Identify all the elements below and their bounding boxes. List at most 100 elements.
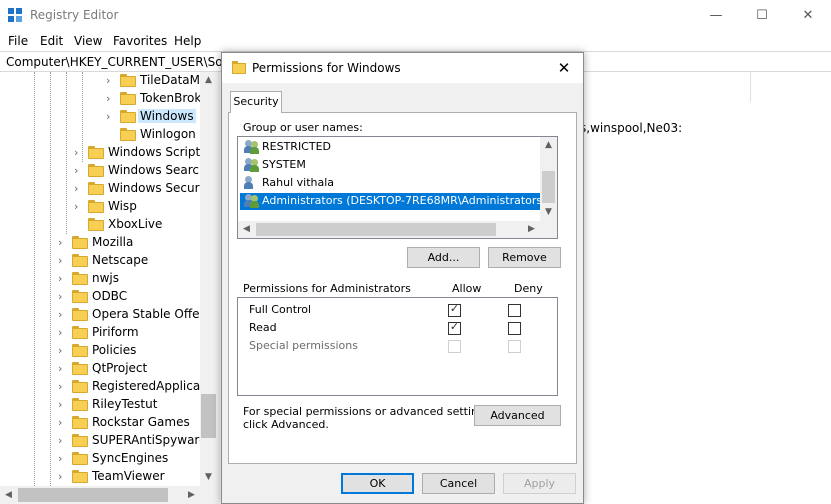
- expand-chevron-icon[interactable]: ›: [58, 362, 68, 375]
- tree-item[interactable]: › Netscape: [0, 252, 200, 270]
- tree-item[interactable]: › Mozilla: [0, 234, 200, 252]
- dialog-close-button[interactable]: ✕: [549, 53, 579, 83]
- user-list-item[interactable]: Administrators (DESKTOP-7RE68MR\Administ…: [240, 193, 546, 210]
- apply-button[interactable]: Apply: [503, 473, 576, 494]
- expand-chevron-icon[interactable]: ›: [58, 434, 68, 447]
- tree-horizontal-scrollbar[interactable]: ◀ ▶: [0, 486, 217, 504]
- menu-edit[interactable]: Edit: [40, 34, 63, 48]
- allow-checkbox[interactable]: [448, 340, 461, 353]
- expand-chevron-icon[interactable]: ›: [106, 110, 116, 123]
- user-list-item[interactable]: RESTRICTED: [240, 139, 540, 156]
- expand-chevron-icon[interactable]: ›: [58, 254, 68, 267]
- menu-file[interactable]: File: [8, 34, 28, 48]
- cancel-button[interactable]: Cancel: [422, 473, 495, 494]
- tree-vertical-scrollbar[interactable]: ▲ ▼: [200, 72, 217, 486]
- scroll-right-arrow-icon[interactable]: ▶: [183, 486, 200, 504]
- list-horizontal-scrollbar[interactable]: ◀ ▶: [238, 221, 540, 238]
- menu-help[interactable]: Help: [174, 34, 201, 48]
- dialog-titlebar[interactable]: Permissions for Windows ✕: [222, 53, 583, 83]
- tree-item[interactable]: Winlogon: [0, 126, 200, 144]
- user-list-item[interactable]: SYSTEM: [240, 157, 540, 174]
- tree-item[interactable]: › Rockstar Games: [0, 414, 200, 432]
- expand-chevron-icon[interactable]: ›: [106, 74, 116, 87]
- expand-chevron-icon[interactable]: ›: [58, 398, 68, 411]
- tree-item[interactable]: › Windows Script: [0, 144, 200, 162]
- tree-item-label: XboxLive: [108, 217, 163, 231]
- list-hscroll-thumb[interactable]: [256, 223, 496, 236]
- deny-header: Deny: [514, 282, 543, 295]
- list-scroll-thumb[interactable]: [542, 171, 555, 203]
- tree-item[interactable]: › ODBC: [0, 288, 200, 306]
- expand-chevron-icon[interactable]: ›: [58, 272, 68, 285]
- expand-chevron-icon[interactable]: ›: [58, 326, 68, 339]
- group-icon: [244, 158, 260, 172]
- expand-chevron-icon[interactable]: ›: [74, 200, 84, 213]
- tab-security[interactable]: Security: [230, 91, 282, 113]
- list-scroll-down-icon[interactable]: ▼: [540, 204, 557, 221]
- registry-tree[interactable]: › TileDataMo › TokenBroke › Windows Winlogon › W…: [0, 72, 200, 486]
- expand-chevron-icon[interactable]: ›: [74, 182, 84, 195]
- minimize-button[interactable]: —: [693, 0, 739, 31]
- folder-icon: [88, 200, 104, 213]
- expand-chevron-icon[interactable]: ›: [58, 452, 68, 465]
- pane-splitter[interactable]: [217, 72, 220, 504]
- tree-item[interactable]: XboxLive: [0, 216, 200, 234]
- tree-item[interactable]: › Windows Security: [0, 180, 200, 198]
- tree-item[interactable]: › RileyTestut: [0, 396, 200, 414]
- deny-checkbox[interactable]: [508, 304, 521, 317]
- ok-button[interactable]: OK: [341, 473, 414, 494]
- menu-view[interactable]: View: [74, 34, 102, 48]
- scroll-left-arrow-icon[interactable]: ◀: [0, 486, 17, 504]
- allow-checkbox[interactable]: ✓: [448, 302, 461, 317]
- menu-favorites[interactable]: Favorites: [113, 34, 167, 48]
- folder-icon: [88, 146, 104, 159]
- tree-item[interactable]: › Windows: [0, 108, 200, 126]
- tree-item[interactable]: › Policies: [0, 342, 200, 360]
- expand-chevron-icon[interactable]: ›: [106, 92, 116, 105]
- close-button[interactable]: ✕: [785, 0, 831, 31]
- tree-hscroll-thumb[interactable]: [18, 488, 168, 502]
- advanced-button[interactable]: Advanced: [474, 405, 561, 426]
- tree-item[interactable]: › Piriform: [0, 324, 200, 342]
- expand-chevron-icon[interactable]: ›: [74, 164, 84, 177]
- expand-chevron-icon[interactable]: ›: [58, 380, 68, 393]
- tree-item[interactable]: › Windows Search: [0, 162, 200, 180]
- tree-item[interactable]: › SyncEngines: [0, 450, 200, 468]
- maximize-button[interactable]: ☐: [739, 0, 785, 31]
- expand-chevron-icon[interactable]: ›: [58, 290, 68, 303]
- deny-checkbox[interactable]: [508, 340, 521, 353]
- scroll-up-arrow-icon[interactable]: ▲: [200, 72, 217, 89]
- tree-item-label: TeamViewer: [92, 469, 165, 483]
- tree-item[interactable]: › TeamViewer: [0, 468, 200, 486]
- list-scroll-right-icon[interactable]: ▶: [523, 221, 540, 238]
- registry-editor-titlebar: Registry Editor — ☐ ✕: [0, 0, 831, 31]
- deny-checkbox[interactable]: [508, 322, 521, 335]
- expand-chevron-icon[interactable]: ›: [58, 308, 68, 321]
- scroll-down-arrow-icon[interactable]: ▼: [200, 469, 217, 486]
- folder-icon: [72, 434, 88, 447]
- tree-item[interactable]: › TokenBroke: [0, 90, 200, 108]
- tree-scroll-thumb[interactable]: [201, 394, 216, 438]
- tree-item[interactable]: › SUPERAntiSpyware.c: [0, 432, 200, 450]
- list-scroll-left-icon[interactable]: ◀: [238, 221, 255, 238]
- expand-chevron-icon[interactable]: ›: [58, 416, 68, 429]
- tree-item[interactable]: › QtProject: [0, 360, 200, 378]
- list-scroll-up-icon[interactable]: ▲: [540, 137, 557, 154]
- folder-icon: [232, 61, 246, 75]
- expand-chevron-icon[interactable]: ›: [58, 344, 68, 357]
- add-button[interactable]: Add...: [407, 247, 480, 268]
- tree-item[interactable]: › nwjs: [0, 270, 200, 288]
- expand-chevron-icon[interactable]: ›: [58, 236, 68, 249]
- list-vertical-scrollbar[interactable]: ▲ ▼: [540, 137, 557, 221]
- folder-icon: [72, 362, 88, 375]
- tree-item[interactable]: › Wisp: [0, 198, 200, 216]
- user-names-listbox[interactable]: Administrators (DESKTOP-7RE68MR\Administ…: [237, 136, 558, 239]
- expand-chevron-icon[interactable]: ›: [74, 146, 84, 159]
- expand-chevron-icon[interactable]: ›: [58, 470, 68, 483]
- user-list-item[interactable]: Rahul vithala: [240, 175, 540, 192]
- tree-item[interactable]: › Opera Stable Offer: [0, 306, 200, 324]
- tree-item[interactable]: › RegisteredApplicatio: [0, 378, 200, 396]
- tree-item[interactable]: › TileDataMo: [0, 72, 200, 90]
- allow-checkbox[interactable]: ✓: [448, 320, 461, 335]
- remove-button[interactable]: Remove: [488, 247, 561, 268]
